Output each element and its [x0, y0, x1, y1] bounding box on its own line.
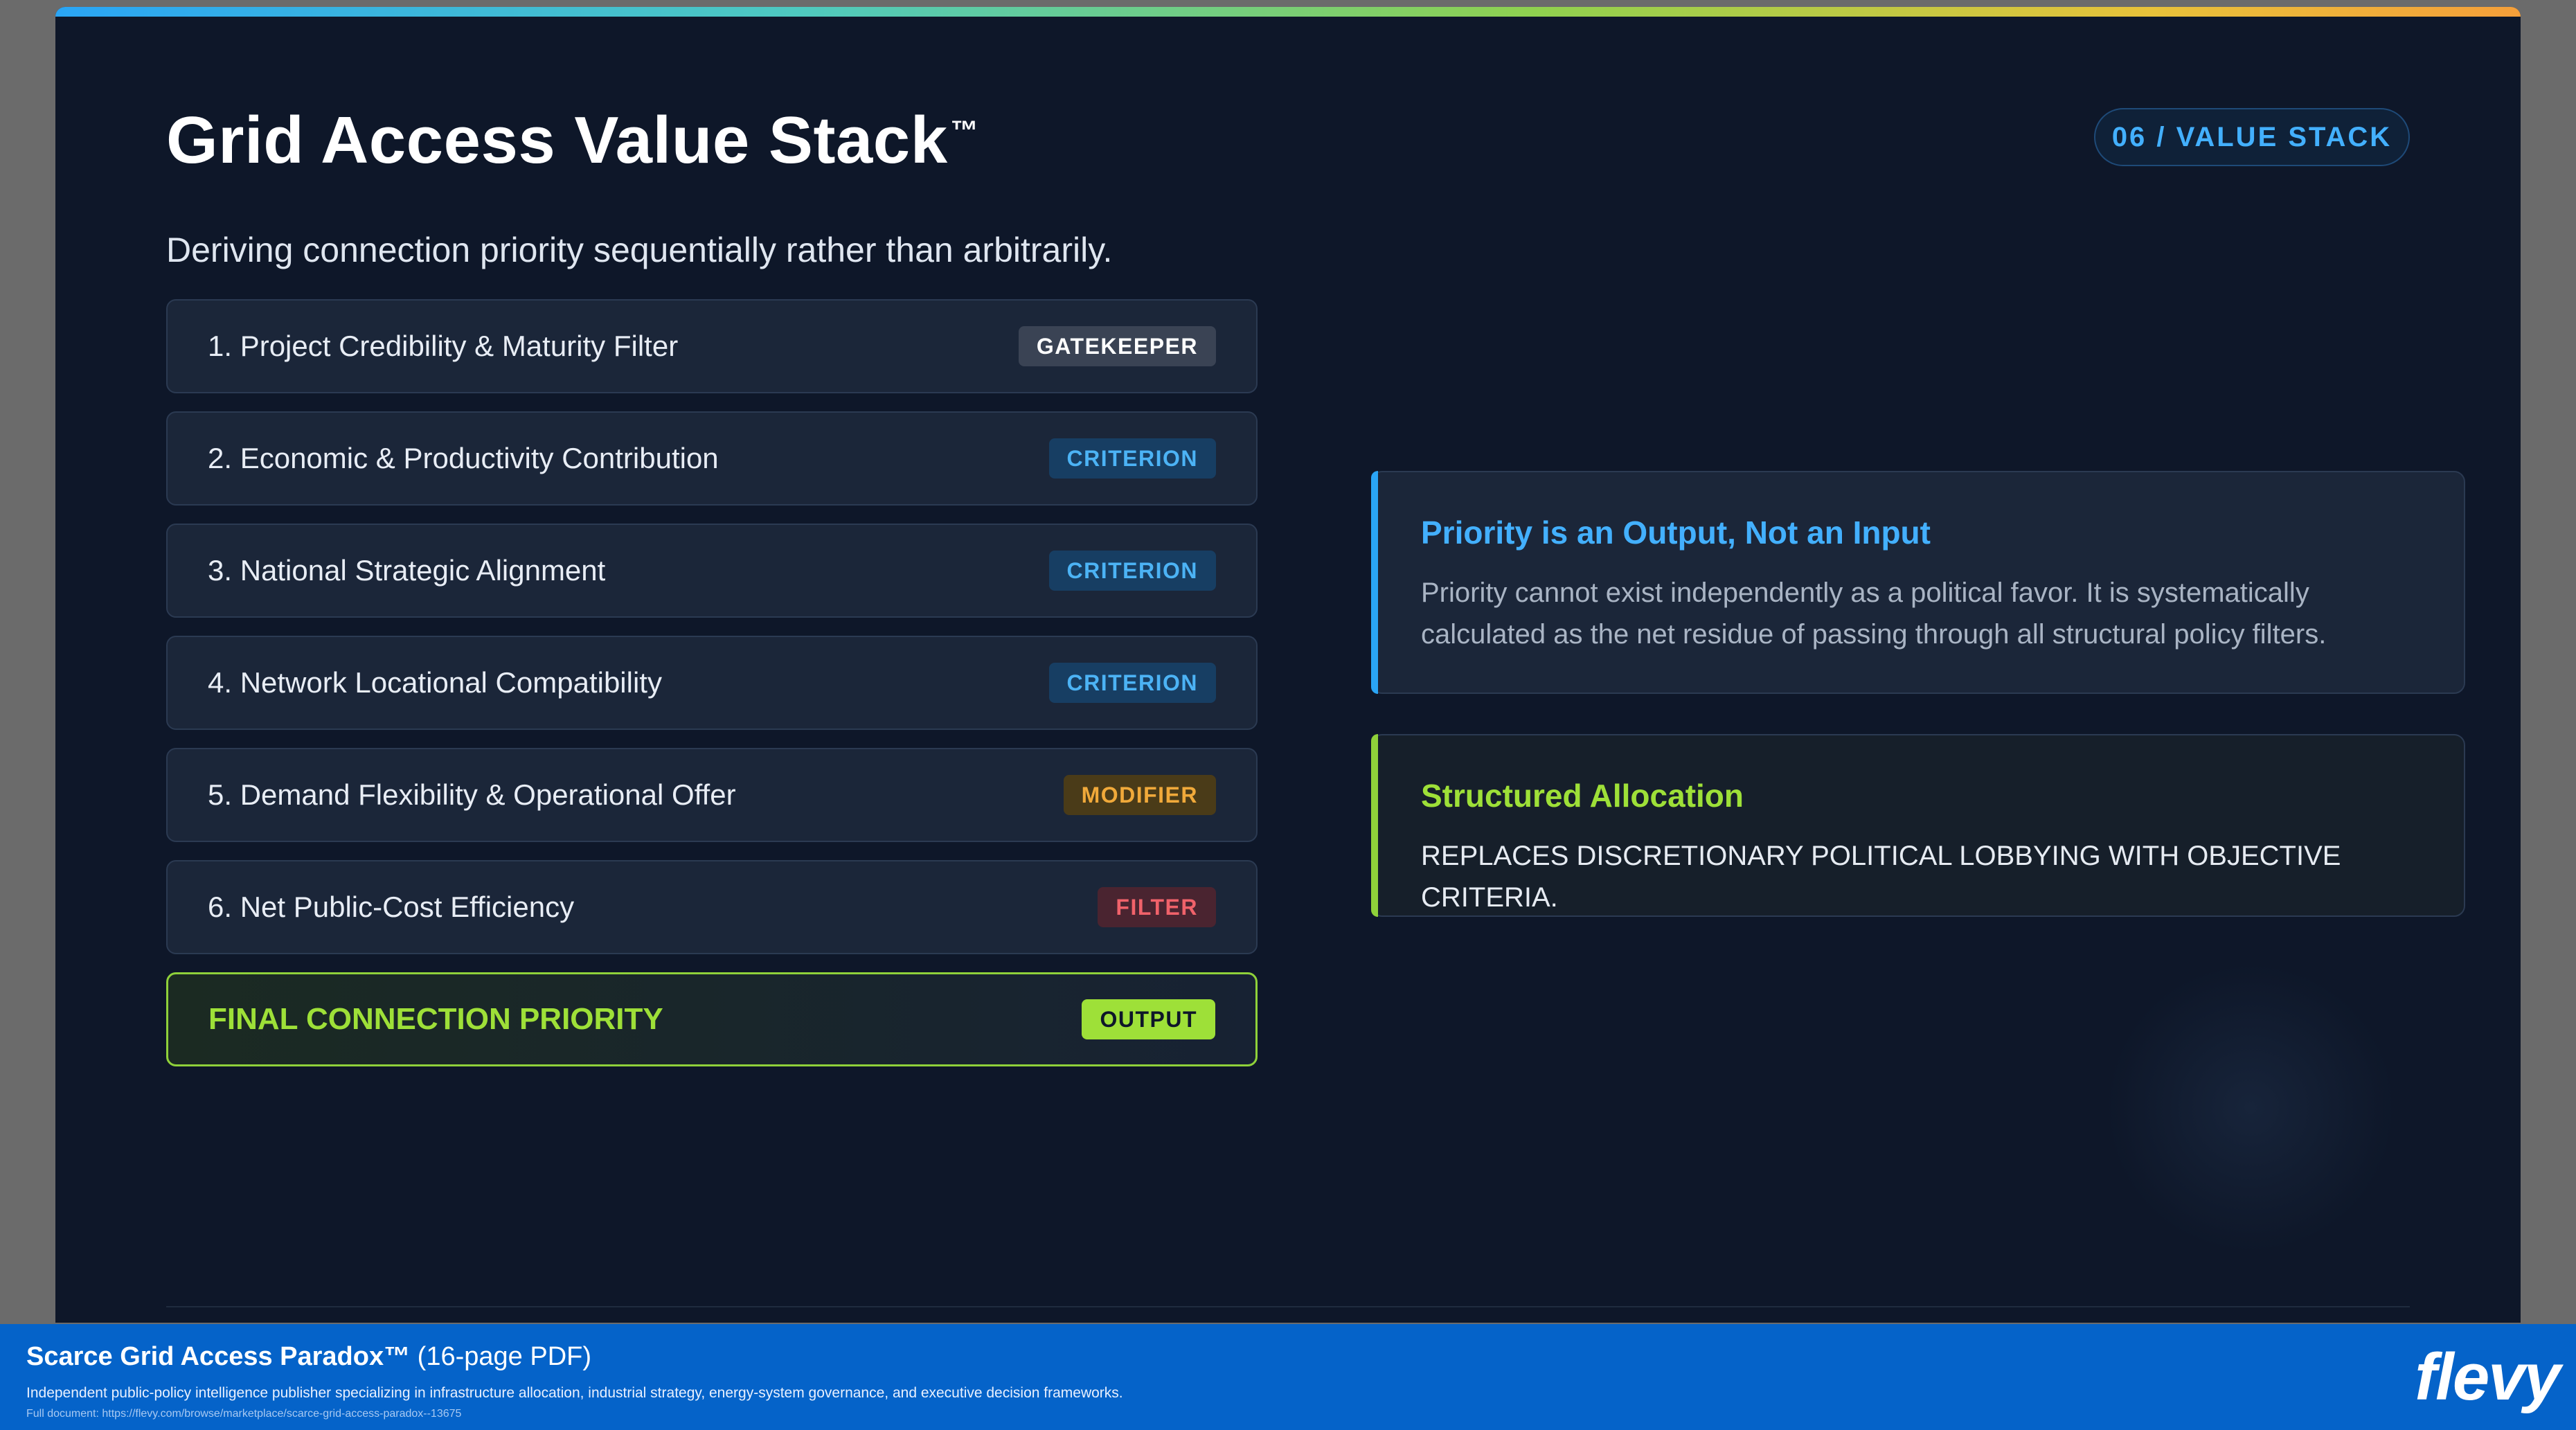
- section-badge: 06 / VALUE STACK: [2094, 108, 2410, 166]
- card-accent-bar: [1371, 734, 1378, 917]
- gatekeeper-tag: GATEKEEPER: [1018, 326, 1216, 366]
- stack-row-strategic: 3. National Strategic Alignment CRITERIO…: [166, 524, 1258, 618]
- filter-tag: FILTER: [1098, 887, 1216, 927]
- criterion-tag: CRITERION: [1048, 551, 1216, 591]
- slide: Grid Access Value Stack ™ 06 / VALUE STAC…: [55, 7, 2521, 1323]
- gradient-top-bar: [55, 7, 2521, 17]
- stack-row-label: 5. Demand Flexibility & Operational Offe…: [208, 778, 736, 811]
- document-link[interactable]: Full document: https://flevy.com/browse/…: [26, 1408, 461, 1420]
- final-priority-label: FINAL CONNECTION PRIORITY: [208, 1002, 663, 1036]
- stack-row-cost-efficiency: 6. Net Public-Cost Efficiency FILTER: [166, 860, 1258, 954]
- priority-output-card: Priority is an Output, Not an Input Prio…: [1371, 471, 2465, 694]
- stack-row-label: 3. National Strategic Alignment: [208, 554, 606, 587]
- page-title: Grid Access Value Stack ™: [166, 102, 978, 179]
- modifier-tag: MODIFIER: [1063, 775, 1216, 815]
- stack-row-flexibility: 5. Demand Flexibility & Operational Offe…: [166, 748, 1258, 842]
- stack-row-network: 4. Network Locational Compatibility CRIT…: [166, 636, 1258, 730]
- criterion-tag: CRITERION: [1048, 663, 1216, 703]
- publisher-description: Independent public-policy intelligence p…: [26, 1385, 1123, 1401]
- card-title: Structured Allocation: [1421, 778, 1744, 814]
- decorative-glow: [2105, 963, 2396, 1253]
- document-title: Scarce Grid Access Paradox™ (16-page PDF…: [26, 1342, 591, 1372]
- stack-row-credibility: 1. Project Credibility & Maturity Filter…: [166, 299, 1258, 393]
- card-body: REPLACES DISCRETIONARY POLITICAL LOBBYIN…: [1421, 841, 2341, 913]
- structured-allocation-card: Structured Allocation REPLACES DISCRETIO…: [1371, 734, 2465, 917]
- card-accent-bar: [1371, 471, 1378, 694]
- card-title: Priority is an Output, Not an Input: [1421, 515, 1931, 551]
- trademark-mark: ™: [950, 116, 979, 146]
- page-subtitle: Deriving connection priority sequentiall…: [166, 231, 1113, 269]
- stack-row-label: 4. Network Locational Compatibility: [208, 666, 662, 699]
- stack-row-final-priority: FINAL CONNECTION PRIORITY OUTPUT: [166, 972, 1258, 1066]
- page-count: (16-page PDF): [410, 1342, 592, 1371]
- flevy-logo[interactable]: flevy: [2415, 1339, 2561, 1415]
- footer-divider: [166, 1306, 2410, 1307]
- card-body: Priority cannot exist independently as a…: [1421, 578, 2327, 650]
- document-title-text: Scarce Grid Access Paradox™: [26, 1342, 411, 1371]
- page-title-text: Grid Access Value Stack: [166, 103, 948, 177]
- stack-row-label: 2. Economic & Productivity Contribution: [208, 442, 719, 474]
- output-tag: OUTPUT: [1082, 999, 1215, 1039]
- stack-row-label: 6. Net Public-Cost Efficiency: [208, 891, 575, 923]
- stack-row-label: 1. Project Credibility & Maturity Filter: [208, 330, 679, 362]
- document-footer: Scarce Grid Access Paradox™ (16-page PDF…: [0, 1324, 2576, 1430]
- stack-row-economic: 2. Economic & Productivity Contribution …: [166, 411, 1258, 506]
- criterion-tag: CRITERION: [1048, 438, 1216, 479]
